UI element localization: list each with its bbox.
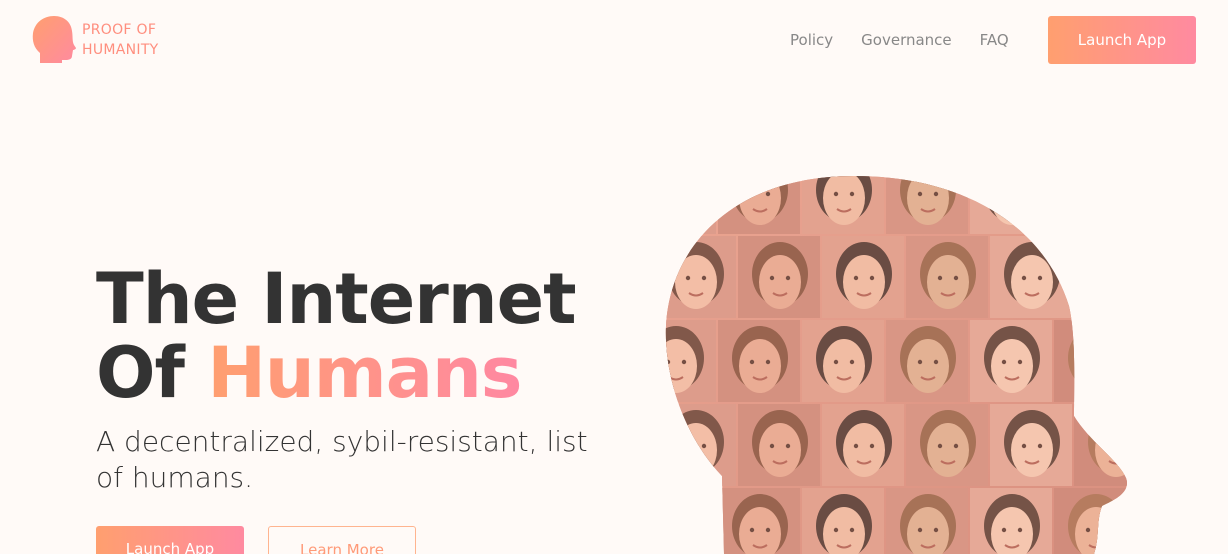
nav-links: Policy Governance FAQ — [790, 30, 1037, 50]
brand-logo[interactable]: PROOF OF HUMANITY — [30, 15, 159, 65]
brand-line2: HUMANITY — [82, 42, 159, 58]
hero-title-highlight: Humans — [207, 332, 522, 414]
face-tile — [665, 488, 716, 554]
hero-section: The Internet Of Humans A decentralized, … — [96, 262, 656, 496]
hero-subtitle: A decentralized, sybil-resistant, list o… — [96, 425, 588, 494]
brand-line1: PROOF OF — [82, 22, 157, 38]
nav-link-policy[interactable]: Policy — [790, 30, 833, 50]
head-profile-icon — [32, 16, 76, 63]
head-silhouette-faces-collage — [665, 176, 1127, 554]
navbar: PROOF OF HUMANITY Policy Governance FAQ … — [0, 0, 1228, 80]
hero-title-prefix: Of — [96, 332, 208, 414]
face-tile — [1054, 176, 1127, 234]
brand-wordmark: PROOF OF HUMANITY — [82, 20, 159, 60]
nav-link-governance[interactable]: Governance — [861, 30, 952, 50]
face-tile — [665, 176, 716, 234]
hero-learn-more-button[interactable]: Learn More — [268, 526, 416, 554]
face-tile — [1074, 236, 1127, 318]
launch-app-button[interactable]: Launch App — [1048, 16, 1196, 64]
hero-launch-app-button[interactable]: Launch App — [96, 526, 244, 554]
hero-title-line1: The Internet — [96, 258, 577, 340]
nav-link-faq[interactable]: FAQ — [980, 30, 1009, 50]
hero-title: The Internet Of Humans — [96, 262, 656, 410]
